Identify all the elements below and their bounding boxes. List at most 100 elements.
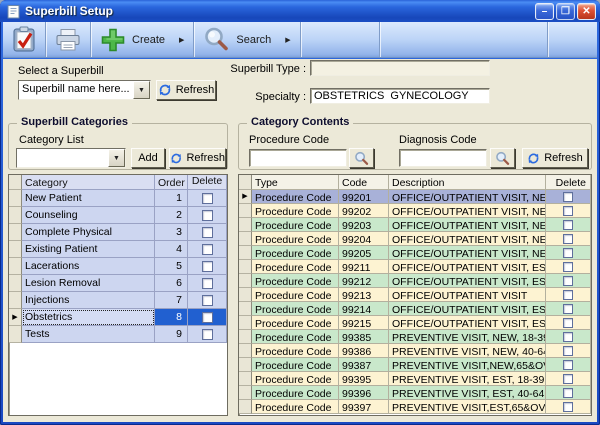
description-cell[interactable]: PREVENTIVE VISIT, EST, 18-39 bbox=[389, 372, 546, 386]
row-selector[interactable] bbox=[239, 204, 252, 218]
row-selector[interactable] bbox=[9, 241, 22, 258]
close-button[interactable]: ✕ bbox=[577, 3, 596, 20]
superbill-combobox[interactable]: Superbill name here... ▼ bbox=[18, 80, 151, 100]
type-cell[interactable]: Procedure Code bbox=[252, 372, 339, 386]
search-button[interactable]: Search ▶ bbox=[194, 22, 299, 57]
row-selector[interactable] bbox=[239, 218, 252, 232]
delete-checkbox[interactable] bbox=[563, 374, 573, 384]
code-cell[interactable]: 99212 bbox=[339, 274, 389, 288]
delete-checkbox[interactable] bbox=[202, 210, 213, 221]
order-cell[interactable]: 5 bbox=[155, 258, 188, 275]
code-cell[interactable]: 99203 bbox=[339, 218, 389, 232]
code-cell[interactable]: 99204 bbox=[339, 232, 389, 246]
description-cell[interactable]: OFFICE/OUTPATIENT VISIT, NEW bbox=[389, 232, 546, 246]
category-cell[interactable]: Counseling bbox=[22, 207, 155, 224]
table-row[interactable]: Injections 7 bbox=[9, 292, 227, 309]
minimize-button[interactable]: – bbox=[535, 3, 554, 20]
category-cell[interactable]: Obstetrics bbox=[22, 309, 155, 326]
order-cell[interactable]: 4 bbox=[155, 241, 188, 258]
description-cell[interactable]: OFFICE/OUTPATIENT VISIT, EST bbox=[389, 274, 546, 288]
diagnosis-code-input[interactable] bbox=[400, 150, 486, 166]
header-cell-type[interactable]: Type bbox=[252, 175, 339, 190]
row-selector[interactable] bbox=[239, 344, 252, 358]
row-selector[interactable] bbox=[9, 190, 22, 207]
description-cell[interactable]: OFFICE/OUTPATIENT VISIT, NEW bbox=[389, 218, 546, 232]
delete-checkbox[interactable] bbox=[563, 248, 573, 258]
table-row[interactable]: Procedure Code 99213 OFFICE/OUTPATIENT V… bbox=[239, 288, 591, 302]
diagnosis-search-button[interactable] bbox=[490, 148, 515, 168]
row-selector[interactable] bbox=[239, 246, 252, 260]
type-cell[interactable]: Procedure Code bbox=[252, 386, 339, 400]
type-cell[interactable]: Procedure Code bbox=[252, 232, 339, 246]
add-button[interactable]: Add bbox=[131, 148, 165, 168]
header-cell-order[interactable]: Order bbox=[155, 175, 188, 190]
delete-checkbox[interactable] bbox=[202, 227, 213, 238]
table-row[interactable]: Lesion Removal 6 bbox=[9, 275, 227, 292]
table-row[interactable]: New Patient 1 bbox=[9, 190, 227, 207]
header-cell-category[interactable]: Category bbox=[22, 175, 155, 190]
order-cell[interactable]: 9 bbox=[155, 326, 188, 343]
print-button[interactable] bbox=[46, 22, 90, 57]
order-cell[interactable]: 6 bbox=[155, 275, 188, 292]
category-cell[interactable]: Complete Physical bbox=[22, 224, 155, 241]
table-row[interactable]: Procedure Code 99212 OFFICE/OUTPATIENT V… bbox=[239, 274, 591, 288]
row-selector[interactable] bbox=[239, 232, 252, 246]
order-cell[interactable]: 8 bbox=[155, 309, 188, 326]
description-cell[interactable]: OFFICE/OUTPATIENT VISIT, EST bbox=[389, 302, 546, 316]
create-button[interactable]: Create ▶ bbox=[91, 22, 193, 57]
delete-checkbox[interactable] bbox=[202, 244, 213, 255]
delete-checkbox[interactable] bbox=[563, 332, 573, 342]
type-cell[interactable]: Procedure Code bbox=[252, 344, 339, 358]
delete-checkbox[interactable] bbox=[563, 192, 573, 202]
category-cell[interactable]: Lesion Removal bbox=[22, 275, 155, 292]
description-cell[interactable]: OFFICE/OUTPATIENT VISIT bbox=[389, 288, 546, 302]
combobox-arrow-button[interactable]: ▼ bbox=[133, 81, 150, 99]
table-row[interactable]: Procedure Code 99215 OFFICE/OUTPATIENT V… bbox=[239, 316, 591, 330]
delete-checkbox[interactable] bbox=[563, 206, 573, 216]
delete-checkbox[interactable] bbox=[563, 262, 573, 272]
description-cell[interactable]: OFFICE/OUTPATIENT VISIT, NEW bbox=[389, 190, 546, 204]
row-selector[interactable] bbox=[239, 302, 252, 316]
table-row[interactable]: Tests 9 bbox=[9, 326, 227, 343]
procedure-code-input[interactable] bbox=[250, 150, 346, 166]
row-selector[interactable] bbox=[239, 386, 252, 400]
titlebar[interactable]: Superbill Setup – ❐ ✕ bbox=[0, 0, 600, 22]
type-cell[interactable]: Procedure Code bbox=[252, 260, 339, 274]
row-selector[interactable] bbox=[239, 316, 252, 330]
type-cell[interactable]: Procedure Code bbox=[252, 204, 339, 218]
code-cell[interactable]: 99205 bbox=[339, 246, 389, 260]
type-cell[interactable]: Procedure Code bbox=[252, 400, 339, 414]
delete-checkbox[interactable] bbox=[202, 261, 213, 272]
header-cell-delete[interactable]: Delete bbox=[188, 175, 227, 190]
code-cell[interactable]: 99202 bbox=[339, 204, 389, 218]
table-row[interactable]: Procedure Code 99396 PREVENTIVE VISIT, E… bbox=[239, 386, 591, 400]
type-cell[interactable]: Procedure Code bbox=[252, 302, 339, 316]
delete-checkbox[interactable] bbox=[202, 329, 213, 340]
row-selector[interactable] bbox=[239, 274, 252, 288]
table-row[interactable]: Procedure Code 99205 OFFICE/OUTPATIENT V… bbox=[239, 246, 591, 260]
delete-checkbox[interactable] bbox=[563, 388, 573, 398]
code-cell[interactable]: 99386 bbox=[339, 344, 389, 358]
description-cell[interactable]: PREVENTIVE VISIT, NEW, 18-39 bbox=[389, 330, 546, 344]
description-cell[interactable]: OFFICE/OUTPATIENT VISIT, NEW bbox=[389, 246, 546, 260]
code-cell[interactable]: 99395 bbox=[339, 372, 389, 386]
table-row[interactable]: Counseling 2 bbox=[9, 207, 227, 224]
description-cell[interactable]: PREVENTIVE VISIT, EST, 40-64 bbox=[389, 386, 546, 400]
table-row[interactable]: Procedure Code 99387 PREVENTIVE VISIT,NE… bbox=[239, 358, 591, 372]
specialty-field[interactable]: OBSTETRICS GYNECOLOGY bbox=[310, 88, 490, 104]
table-row[interactable]: Existing Patient 4 bbox=[9, 241, 227, 258]
combobox-arrow-button[interactable]: ▼ bbox=[108, 149, 125, 167]
procedure-search-button[interactable] bbox=[349, 148, 374, 168]
table-row[interactable]: Procedure Code 99397 PREVENTIVE VISIT,ES… bbox=[239, 400, 591, 414]
type-cell[interactable]: Procedure Code bbox=[252, 190, 339, 204]
header-cell-description[interactable]: Description bbox=[389, 175, 546, 190]
code-cell[interactable]: 99213 bbox=[339, 288, 389, 302]
delete-checkbox[interactable] bbox=[202, 193, 213, 204]
type-cell[interactable]: Procedure Code bbox=[252, 316, 339, 330]
delete-checkbox[interactable] bbox=[563, 290, 573, 300]
row-selector[interactable] bbox=[9, 326, 22, 343]
category-cell[interactable]: Tests bbox=[22, 326, 155, 343]
row-selector[interactable] bbox=[9, 275, 22, 292]
category-cell[interactable]: Injections bbox=[22, 292, 155, 309]
type-cell[interactable]: Procedure Code bbox=[252, 246, 339, 260]
